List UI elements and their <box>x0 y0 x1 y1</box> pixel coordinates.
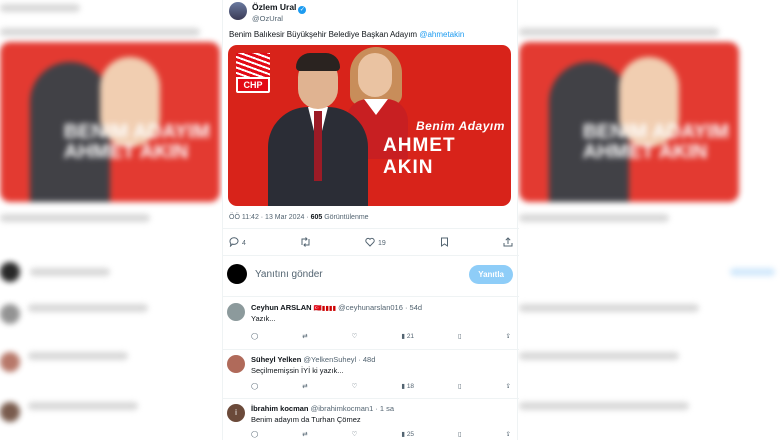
tweet-column: Özlem Ural ✓ @OzUral Benim Balıkesir Büyü… <box>222 0 519 440</box>
divider <box>223 398 519 399</box>
bookmark-icon[interactable]: ▯ <box>458 430 462 438</box>
reply-handle-time[interactable]: @YelkenSuheyl · 48d <box>303 355 375 364</box>
slogan-line-1: Benim Adayım <box>416 119 505 133</box>
reply-avatar[interactable] <box>227 303 245 321</box>
reply-button[interactable]: 4 <box>229 237 246 249</box>
heart-icon[interactable]: ♡ <box>352 332 358 340</box>
flag-emojis: 🇹🇷▮▮▮▮ <box>313 305 337 312</box>
views-stat[interactable]: ▮ 25 <box>401 430 414 438</box>
reply-actions: ◯ ⇄ ♡ ▮ 21 ▯ ⇪ <box>251 332 511 340</box>
bookmark-icon[interactable]: ▯ <box>458 332 462 340</box>
tweet-text: Benim Balıkesir Büyükşehir Belediye Başk… <box>229 30 464 39</box>
reply-author-name[interactable]: Süheyl Yelken <box>251 355 301 364</box>
tweet-header: Özlem Ural ✓ @OzUral <box>229 2 307 24</box>
reply-handle-time[interactable]: @ceyhunarslan016 · 54d <box>338 303 422 312</box>
share-button[interactable] <box>503 237 513 249</box>
reply-header: İbrahim kocman @ibrahimkocman1 · 1 sa <box>251 404 394 413</box>
like-count: 19 <box>378 239 386 247</box>
tweet-actions: 4 19 <box>229 237 513 249</box>
reply-views: 21 <box>406 333 415 340</box>
share-icon[interactable]: ⇪ <box>506 332 511 340</box>
bookmark-icon <box>440 237 449 249</box>
reply-text: Yazık... <box>251 314 276 323</box>
reply-submit-button[interactable]: Yanıtla <box>469 264 513 284</box>
share-icon[interactable]: ⇪ <box>506 430 511 438</box>
tweet-body: Benim Balıkesir Büyükşehir Belediye Başk… <box>229 30 418 39</box>
reply-input[interactable]: Yanıtını gönder <box>255 269 469 280</box>
reply-author-name[interactable]: Ceyhun ARSLAN <box>251 303 312 312</box>
divider <box>223 228 519 229</box>
divider <box>223 349 519 350</box>
reply-avatar[interactable] <box>227 355 245 373</box>
author-name[interactable]: Özlem Ural <box>252 2 296 12</box>
like-button[interactable]: 19 <box>365 237 386 249</box>
current-user-avatar <box>227 264 247 284</box>
woman-face <box>358 53 392 97</box>
reply-text: Seçilmemişsin İYİ ki yazık... <box>251 366 344 375</box>
speech-bubble-icon <box>229 237 239 249</box>
retweet-button[interactable] <box>300 237 311 249</box>
bookmark-icon[interactable]: ▯ <box>458 382 462 390</box>
screenshot: BENIM ADAYIM AHMET AKIN BENIM ADAYIM AHMET… <box>0 0 780 440</box>
retweet-arrows-icon[interactable]: ⇄ <box>302 382 307 390</box>
reply-composer: Yanıtını gönder Yanıtla <box>227 263 513 285</box>
author-name-row[interactable]: Özlem Ural ✓ <box>252 2 307 14</box>
reply-item[interactable]: Süheyl Yelken @YelkenSuheyl · 48d Seçilm… <box>223 352 519 398</box>
heart-icon[interactable]: ♡ <box>352 430 358 438</box>
views-stat[interactable]: ▮ 18 <box>401 382 414 390</box>
speech-bubble-icon[interactable]: ◯ <box>251 332 258 340</box>
blurred-image: BENIM ADAYIM AHMET AKIN <box>519 42 739 202</box>
speech-bubble-icon[interactable]: ◯ <box>251 430 258 438</box>
reply-views: 25 <box>406 431 415 438</box>
author-avatar[interactable] <box>229 2 247 20</box>
divider <box>223 255 519 256</box>
views-count: 605 <box>310 214 323 221</box>
reply-avatar[interactable]: i <box>227 404 245 422</box>
share-icon[interactable]: ⇪ <box>506 382 511 390</box>
heart-icon <box>365 237 375 249</box>
share-icon <box>503 237 513 249</box>
bookmark-button[interactable] <box>440 237 449 249</box>
tweet-image[interactable]: CHP Benim Adayım AHMET AKIN <box>228 45 511 206</box>
chp-logo-text: CHP <box>238 79 268 91</box>
man-hair <box>296 53 340 71</box>
heart-icon[interactable]: ♡ <box>352 382 358 390</box>
reply-views: 18 <box>406 383 415 390</box>
verified-badge-icon: ✓ <box>298 6 307 14</box>
blurred-image: BENIM ADAYIM AHMET AKIN <box>0 42 220 202</box>
tweet-meta: ÖÖ 11:42 · 13 Mar 2024 · 605 Görüntülenm… <box>229 214 369 221</box>
reply-count: 4 <box>242 239 246 247</box>
reply-actions: ◯ ⇄ ♡ ▮ 18 ▯ ⇪ <box>251 382 511 390</box>
reply-text: Benim adayım da Turhan Çömez <box>251 415 361 424</box>
retweet-arrows-icon <box>300 237 311 249</box>
retweet-arrows-icon[interactable]: ⇄ <box>302 430 307 438</box>
chp-logo: CHP <box>236 53 270 93</box>
reply-actions: ◯ ⇄ ♡ ▮ 25 ▯ ⇪ <box>251 430 511 438</box>
reply-item[interactable]: i İbrahim kocman @ibrahimkocman1 · 1 sa … <box>223 401 519 440</box>
views-stat[interactable]: ▮ 21 <box>401 332 414 340</box>
retweet-arrows-icon[interactable]: ⇄ <box>302 332 307 340</box>
six-arrows-emblem <box>236 53 270 77</box>
mention-link[interactable]: @ahmetakin <box>419 30 464 39</box>
views-label: Görüntülenme <box>322 214 369 221</box>
reply-header: Ceyhun ARSLAN 🇹🇷▮▮▮▮ @ceyhunarslan016 · … <box>251 303 422 312</box>
man-tie <box>314 111 322 181</box>
tweet-timestamp[interactable]: ÖÖ 11:42 · 13 Mar 2024 · <box>229 214 311 221</box>
reply-author-name[interactable]: İbrahim kocman <box>251 404 309 413</box>
speech-bubble-icon[interactable]: ◯ <box>251 382 258 390</box>
reply-item[interactable]: Ceyhun ARSLAN 🇹🇷▮▮▮▮ @ceyhunarslan016 · … <box>223 300 519 348</box>
blurred-left-copy: BENIM ADAYIM AHMET AKIN <box>0 0 220 440</box>
divider <box>223 296 519 297</box>
blurred-right-copy: BENIM ADAYIM AHMET AKIN <box>515 0 780 440</box>
reply-header: Süheyl Yelken @YelkenSuheyl · 48d <box>251 355 375 364</box>
slogan-line-2: AHMET AKIN <box>383 135 456 178</box>
author-handle[interactable]: @OzUral <box>252 14 306 24</box>
reply-handle-time[interactable]: @ibrahimkocman1 · 1 sa <box>311 404 394 413</box>
